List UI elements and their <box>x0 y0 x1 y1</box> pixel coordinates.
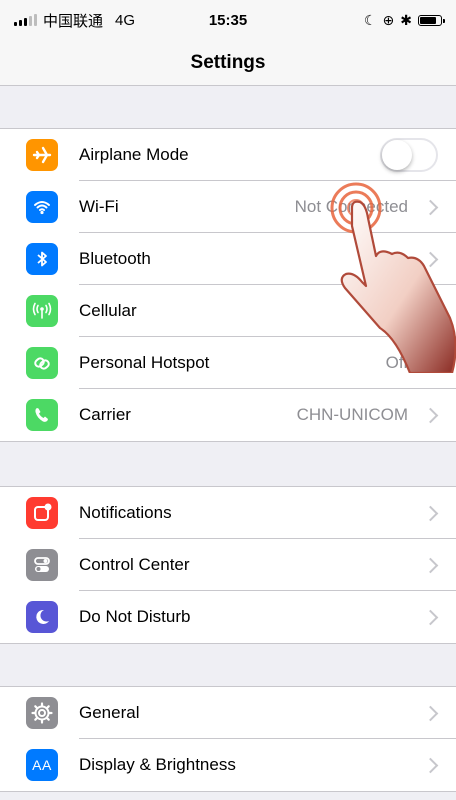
chevron-right-icon <box>422 757 439 773</box>
control-center-row[interactable]: Control Center <box>0 539 456 591</box>
bluetooth-status-icon: ✱ <box>400 11 412 28</box>
display-icon: AA <box>26 749 58 781</box>
row-label: Wi-Fi <box>79 197 119 216</box>
battery-icon <box>418 14 445 26</box>
notifications-icon <box>26 497 58 529</box>
control-center-icon <box>26 549 58 581</box>
row-label: Bluetooth <box>79 249 151 268</box>
general-row[interactable]: General <box>0 687 456 739</box>
airplane-mode-toggle[interactable] <box>380 138 438 172</box>
row-value: Off <box>385 353 408 372</box>
chevron-right-icon <box>422 199 439 215</box>
cellular-row[interactable]: Cellular <box>0 285 456 337</box>
row-label: Airplane Mode <box>79 145 189 164</box>
settings-group-connectivity: Airplane Mode Wi-Fi Not Connected Blueto… <box>0 128 456 442</box>
wifi-icon <box>26 191 58 223</box>
page-title: Settings <box>190 51 266 73</box>
network-type: 4G <box>115 11 136 29</box>
chevron-right-icon <box>422 609 439 625</box>
row-label: Control Center <box>79 555 190 574</box>
chevron-right-icon <box>422 355 439 371</box>
display-icon-text: AA <box>32 757 52 773</box>
airplane-mode-row[interactable]: Airplane Mode <box>0 129 456 181</box>
row-label: Notifications <box>79 503 172 522</box>
moon-icon <box>26 601 58 633</box>
carrier-name: 中国联通 <box>43 12 104 30</box>
bluetooth-icon <box>26 243 58 275</box>
hotspot-icon <box>26 347 58 379</box>
chevron-right-icon <box>422 705 439 721</box>
orientation-lock-icon: ⊕ <box>382 11 395 28</box>
battery-fill <box>420 16 436 24</box>
status-bar: 中国联通 4G 15:35 ☾ ⊕ ✱ <box>0 0 456 40</box>
gear-icon <box>26 697 58 729</box>
navigation-bar: Settings <box>0 40 456 86</box>
row-label: Display & Brightness <box>79 755 236 774</box>
chevron-right-icon <box>422 251 439 267</box>
row-label: Cellular <box>79 301 137 320</box>
status-right: ☾ ⊕ ✱ <box>363 11 445 29</box>
wifi-row[interactable]: Wi-Fi Not Connected <box>0 181 456 233</box>
toggle-knob <box>382 140 412 170</box>
display-brightness-row[interactable]: AA Display & Brightness <box>0 739 456 791</box>
do-not-disturb-row[interactable]: Do Not Disturb <box>0 591 456 643</box>
notifications-row[interactable]: Notifications <box>0 487 456 539</box>
chevron-right-icon <box>422 303 439 319</box>
row-label: Personal Hotspot <box>79 353 210 372</box>
personal-hotspot-row[interactable]: Personal Hotspot Off <box>0 337 456 389</box>
row-label: Carrier <box>79 405 131 424</box>
chevron-right-icon <box>422 505 439 521</box>
chevron-right-icon <box>422 557 439 573</box>
row-label: Do Not Disturb <box>79 607 191 626</box>
bluetooth-row[interactable]: Bluetooth On <box>0 233 456 285</box>
airplane-icon <box>26 139 58 171</box>
moon-status-icon: ☾ <box>363 11 377 28</box>
status-left: 中国联通 4G <box>14 10 135 31</box>
settings-group-notifications: Notifications Control Center Do Not Dist… <box>0 486 456 644</box>
settings-group-general: General AA Display & Brightness <box>0 686 456 792</box>
row-value: Not Connected <box>294 197 408 216</box>
row-value: CHN-UNICOM <box>296 405 408 424</box>
cellular-icon <box>26 295 58 327</box>
chevron-right-icon <box>422 407 439 423</box>
phone-icon <box>26 399 58 431</box>
carrier-row[interactable]: Carrier CHN-UNICOM <box>0 389 456 441</box>
signal-strength-icon <box>14 14 37 26</box>
row-label: General <box>79 703 140 722</box>
row-value: On <box>385 249 408 268</box>
